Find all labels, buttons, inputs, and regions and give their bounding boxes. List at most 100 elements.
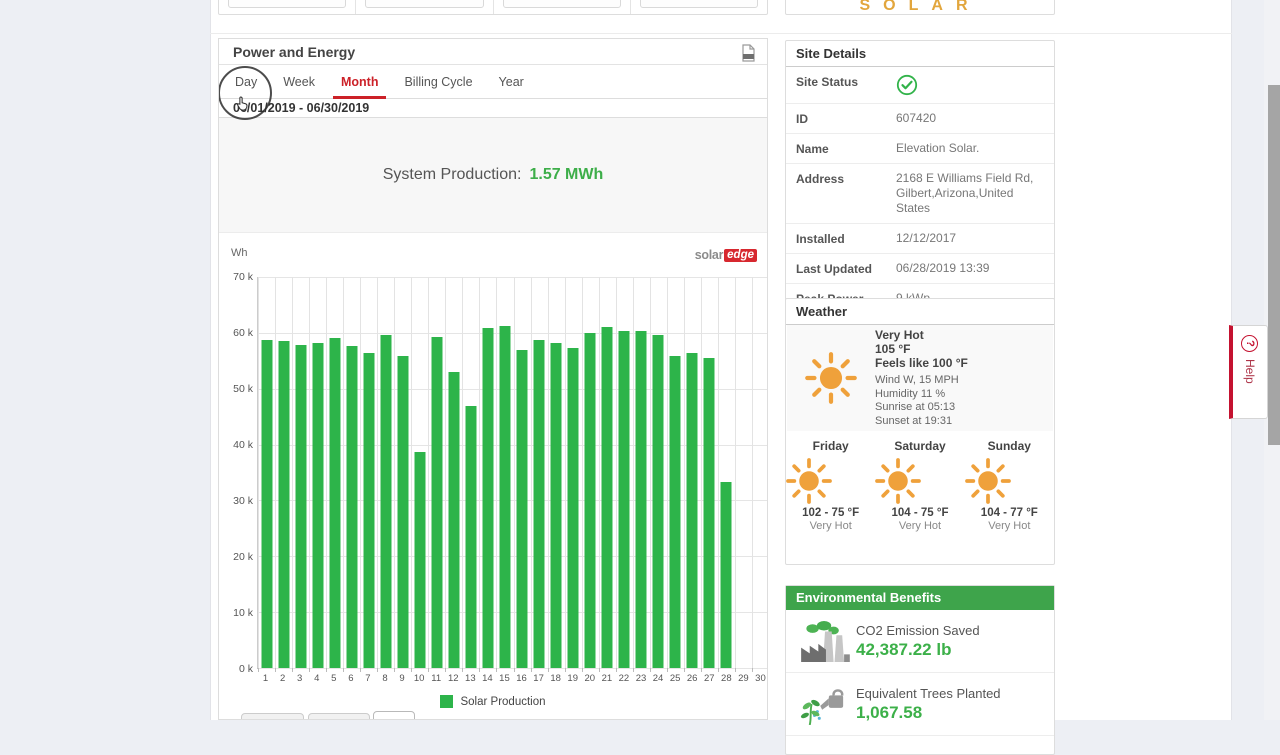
site-detail-row: Installed 12/12/2017 [786,224,1054,254]
solar-production-bar[interactable] [669,356,681,668]
axis-tick [649,668,651,672]
solar-production-bar[interactable] [567,348,579,668]
x-axis-label: 4 [314,673,320,684]
axis-tick [564,668,566,672]
axis-tick [292,668,294,672]
solar-production-bar[interactable] [448,372,460,668]
summary-field[interactable] [502,0,621,8]
gridline [530,277,532,668]
x-axis-label: 16 [516,673,527,684]
solar-production-bar[interactable] [516,350,528,668]
chart-option-button[interactable] [308,713,370,719]
solar-production-bar[interactable] [635,331,647,668]
forecast-temperature-range: 104 - 77 °F [980,507,1038,519]
summary-field[interactable] [228,0,347,8]
panel-title: Site Details [796,46,867,61]
solar-production-bar[interactable] [465,406,477,668]
gridline [411,277,413,668]
solar-production-bar[interactable] [601,327,613,668]
site-detail-value: 2168 E Williams Field Rd, Gilbert,Arizon… [896,171,1034,215]
power-energy-panel: Power and Energy Day Week Month Billing Cyc… [218,38,768,720]
solar-production-bar[interactable] [380,335,392,668]
axis-tick [700,668,702,672]
solar-production-bar[interactable] [414,452,426,668]
solar-production-bar[interactable] [584,333,596,668]
forecast-condition: Very Hot [809,520,852,532]
summary-field[interactable] [365,0,484,8]
x-axis-label: 7 [365,673,371,684]
weather-temperature: 105 °F [875,342,911,356]
x-axis-label: 10 [413,673,425,684]
x-axis-label: 12 [447,673,459,684]
solar-production-bar[interactable] [431,337,443,668]
time-range-tabs: Day Week Month Billing Cycle Year [219,65,767,99]
weather-humidity: Humidity 11 % [875,387,946,400]
solar-production-bar[interactable] [618,331,630,668]
site-detail-label: Last Updated [796,262,873,276]
axis-tick [666,668,668,672]
x-axis-label: 13 [465,673,476,684]
solar-production-bar[interactable] [550,343,562,668]
current-weather: Very Hot 105 °F Feels like 100 °F Wind W… [787,325,1053,431]
forecast-day-label: Sunday [987,439,1031,453]
solar-production-bar[interactable] [363,353,375,668]
x-axis-label: 11 [431,673,442,684]
x-axis-label: 17 [533,673,544,684]
weather-wind: Wind W, 15 MPH [875,374,959,386]
gridline [445,277,447,668]
chart-x-axis-labels: 1 2 3 4 5 6 7 8 9 10 11 12 13 14 15 16 17 18 19 20 21 22 23 24 2… [257,673,767,685]
solar-production-bar[interactable] [329,338,341,668]
solaredge-logo: solar edge [695,248,757,262]
axis-tick [326,668,328,672]
site-detail-row: ID 607420 [786,104,1054,134]
x-axis-label: 14 [482,673,493,684]
csv-export-icon[interactable] [738,43,758,63]
solar-production-bar[interactable] [652,335,664,668]
solar-production-bar[interactable] [346,346,358,668]
tab-week[interactable]: Week [281,66,317,98]
solar-production-bar[interactable] [533,340,545,668]
system-production-summary: System Production: 1.57 MWh [219,118,767,233]
forecast-day-label: Friday [812,439,849,453]
solar-production-bar[interactable] [703,358,715,668]
solar-production-bar[interactable] [720,482,732,668]
solar-production-bar[interactable] [397,356,409,668]
system-production-label: System Production: [382,166,522,183]
solar-production-bar[interactable] [312,343,324,668]
scrollbar-thumb[interactable] [1268,85,1280,445]
chart-option-button[interactable] [241,713,304,719]
site-details-panel: Site Details Site Status ID 607420 Name Elev… [785,40,1055,314]
x-axis-label: 27 [703,673,715,684]
y-axis-label: 0 k [238,663,253,675]
gridline [683,277,685,668]
solar-production-bar[interactable] [499,326,511,668]
solar-production-bar[interactable] [295,345,307,668]
tab-month[interactable]: Month [332,66,388,99]
solar-production-bar[interactable] [261,340,273,668]
x-axis-label: 3 [297,673,303,684]
gridline [360,277,362,668]
solar-production-bar[interactable] [482,328,494,668]
gridline [547,277,549,668]
weather-condition: Very Hot [875,328,924,342]
axis-tick [513,668,515,672]
summary-column [631,0,767,14]
summary-field[interactable] [639,0,758,8]
gridline [598,277,600,668]
x-axis-label: 23 [635,673,647,684]
tab-day[interactable]: Day [233,66,259,98]
gridline [717,277,719,668]
tab-billing-cycle[interactable]: Billing Cycle [402,66,474,98]
gridline [343,277,345,668]
tab-year[interactable]: Year [497,66,526,98]
axis-tick [581,668,583,672]
gridline [649,277,651,668]
help-button[interactable]: ? Help [1229,325,1268,419]
chart-option-button-selected[interactable] [373,711,415,719]
solar-production-bar[interactable] [278,341,290,668]
chart-y-axis-labels: 70 k 60 k 50 k 40 k 30 k 20 k 10 k 0 k [219,271,253,675]
solar-production-bar[interactable] [686,353,698,668]
gridline [479,277,481,668]
x-axis-label: 26 [686,673,698,684]
power-energy-header: Power and Energy [219,39,767,65]
